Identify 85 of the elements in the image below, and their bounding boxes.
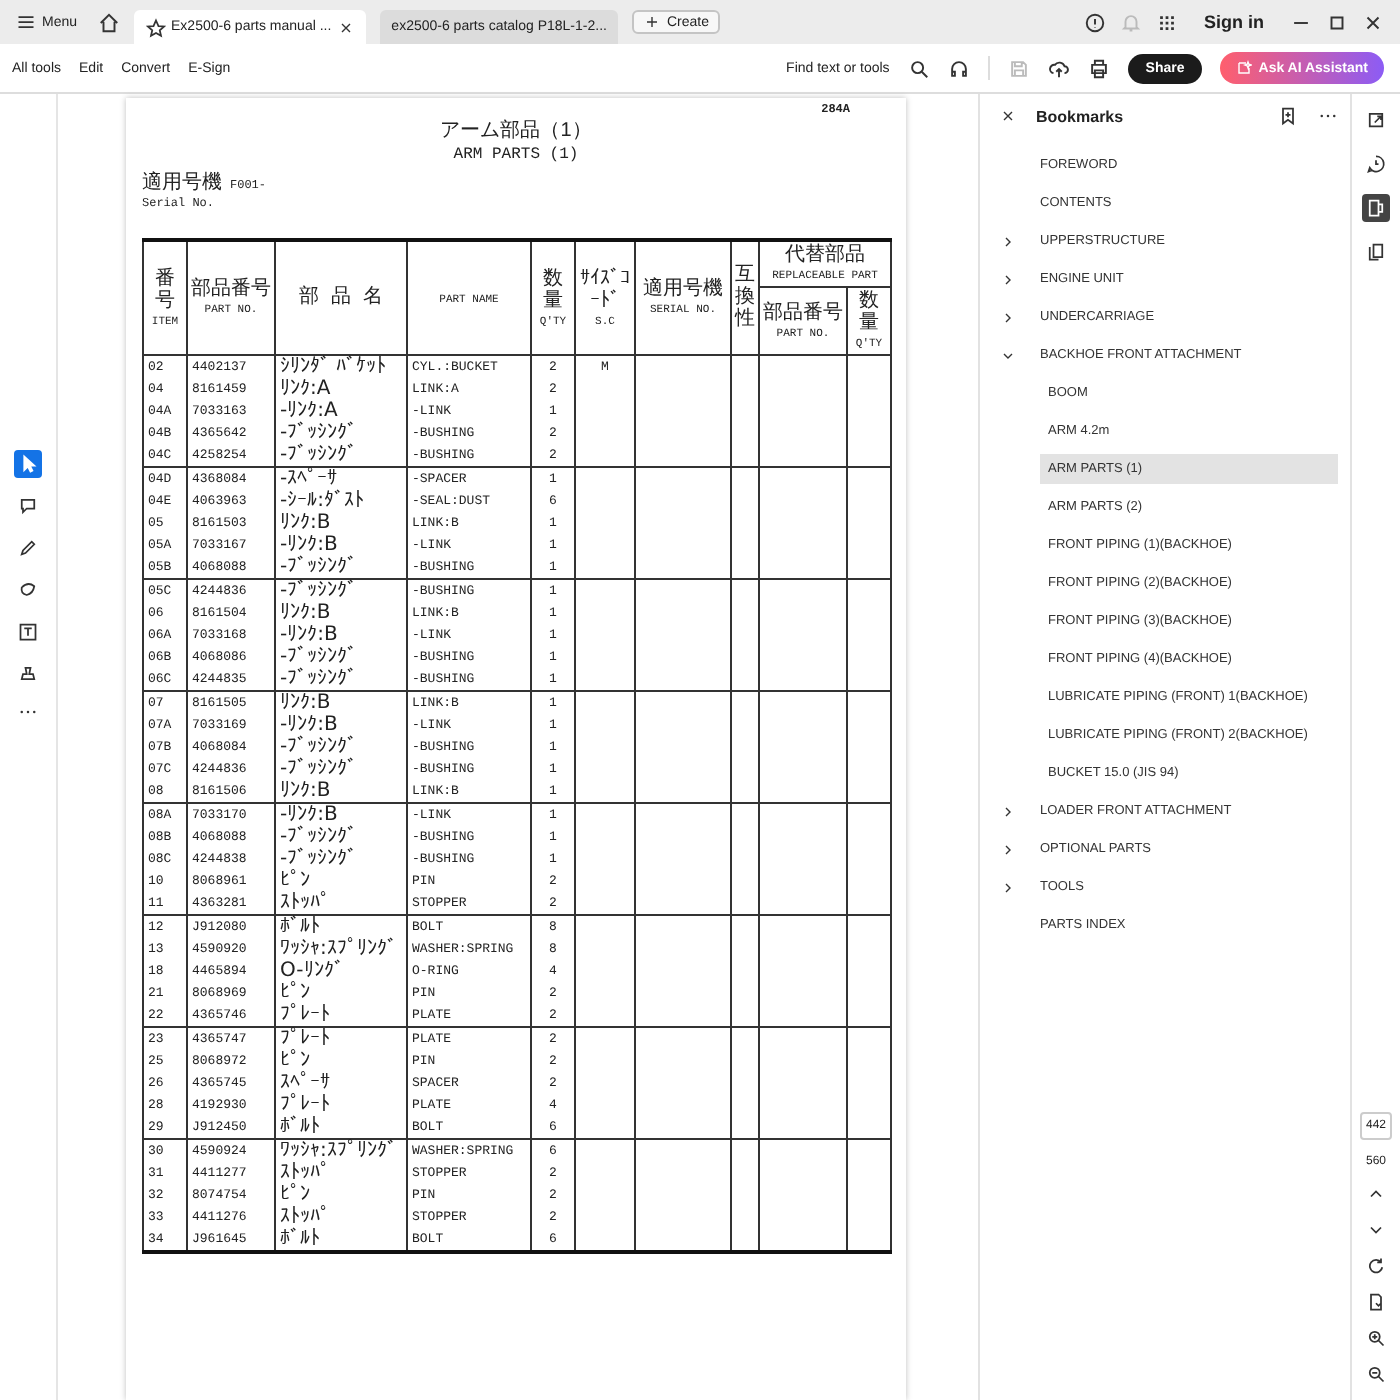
table-cell: ﾋﾟﾝ (280, 982, 310, 1004)
table-cell: ﾘﾝｸ:B (280, 780, 331, 802)
page-icon[interactable] (1366, 1292, 1386, 1312)
column-header: 番号 (153, 269, 177, 313)
table-cell: -ﾌﾞｯｼﾝｸﾞ (280, 422, 358, 444)
column-header: 部品番号 (190, 280, 272, 302)
column-header: 数量 (541, 269, 565, 313)
serial-label: 適用号機 (142, 169, 222, 196)
maximize-icon[interactable] (1326, 11, 1348, 33)
table-cell: ﾘﾝｸ:A (280, 378, 331, 400)
table-cell: ﾘﾝｸ:B (280, 692, 331, 714)
table-cell: ﾋﾟﾝ (280, 1184, 310, 1206)
add-bookmark-icon[interactable] (1278, 106, 1298, 126)
page-title: アーム部品（1） (440, 117, 592, 144)
chevron-right-icon[interactable] (1000, 879, 1016, 895)
table-cell: ﾋﾟﾝ (280, 870, 310, 892)
table-cell: O-ﾘﾝｸﾞ (280, 960, 344, 982)
print-icon[interactable] (1087, 57, 1110, 79)
close-icon[interactable] (337, 19, 354, 35)
table-cell: ﾋﾟﾝ (280, 1050, 310, 1072)
table-cell: -ﾌﾞｯｼﾝｸﾞ (280, 646, 358, 668)
text-box-icon[interactable] (14, 618, 42, 646)
column-header: ｻｲｽﾞｺｰﾄﾞ (578, 269, 632, 313)
upload-icon[interactable] (1047, 57, 1070, 79)
table-cell: ﾌﾟﾚｰﾄ (280, 1004, 330, 1026)
close-icon[interactable] (1000, 108, 1016, 124)
table-cell: -ﾘﾝｸ:B (280, 804, 338, 826)
table-cell: -ﾘﾝｸ:B (280, 534, 338, 556)
table-cell: ﾎﾞﾙﾄ (280, 1116, 320, 1138)
table-cell: -ﾌﾞｯｼﾝｸﾞ (280, 736, 358, 758)
table-cell: -ﾌﾞｯｼﾝｸﾞ (280, 444, 358, 466)
table-cell: ﾘﾝｸ:B (280, 512, 331, 534)
chevron-right-icon[interactable] (1000, 271, 1016, 287)
chevron-right-icon[interactable] (1000, 233, 1016, 249)
column-header: 適用号機 (641, 280, 725, 302)
table-cell: -ﾌﾞｯｼﾝｸﾞ (280, 668, 358, 690)
column-header: 代替部品 (783, 246, 867, 268)
table-cell: ﾜｯｼｬ:ｽﾌﾟﾘﾝｸﾞ (280, 938, 397, 960)
table-cell: ｽﾍﾟｰｻ (280, 1072, 330, 1094)
cursor-icon[interactable] (14, 450, 42, 478)
chevron-right-icon[interactable] (1000, 803, 1016, 819)
table-cell: -ﾘﾝｸ:B (280, 624, 338, 646)
chevron-right-icon[interactable] (1000, 841, 1016, 857)
star-icon (145, 17, 166, 37)
search-icon[interactable] (907, 57, 930, 79)
sign-in-button[interactable]: Sign in (1192, 12, 1276, 32)
table-cell: ﾜｯｼｬ:ｽﾌﾟﾘﾝｸﾞ (280, 1140, 397, 1162)
column-header: 部品番号 (762, 303, 844, 325)
home-icon[interactable] (97, 11, 120, 33)
apps-grid-icon[interactable] (1156, 11, 1178, 33)
table-cell: -ﾌﾞｯｼﾝｸﾞ (280, 758, 358, 780)
rotate-icon[interactable] (1366, 1256, 1386, 1276)
headphones-icon[interactable] (947, 57, 970, 79)
column-header: 互換性 (735, 265, 755, 331)
close-icon[interactable] (1362, 11, 1384, 33)
column-header: 部 品 名 (296, 287, 385, 309)
table-cell: -ﾌﾞｯｼﾝｸﾞ (280, 848, 358, 870)
panel-title: Bookmarks (1036, 107, 1124, 125)
column-header: 数量 (857, 292, 881, 336)
help-icon[interactable] (1084, 11, 1106, 33)
table-cell: -ｽﾍﾟｰｻ (280, 468, 338, 490)
table-cell: -ｼｰﾙ:ﾀﾞｽﾄ (280, 490, 364, 512)
menu-icon (16, 12, 36, 32)
table-cell: -ﾘﾝｸ:A (280, 400, 338, 422)
table-cell: -ﾘﾝｸ:B (280, 714, 338, 736)
page-title: ARM PARTS (1) (453, 146, 579, 164)
table-cell: ｽﾄｯﾊﾟ (280, 1162, 330, 1184)
table-cell: ｼﾘﾝﾀﾞ ﾊﾞｹｯﾄ (280, 356, 387, 378)
table-cell: ｽﾄｯﾊﾟ (280, 892, 330, 914)
sparkle-box-icon (1236, 60, 1253, 76)
panel-icon[interactable] (1362, 194, 1390, 222)
table-cell: ﾎﾞﾙﾄ (280, 916, 320, 938)
table-cell: ｽﾄｯﾊﾟ (280, 1206, 330, 1228)
table-cell: ﾘﾝｸ:B (280, 602, 331, 624)
table-cell: ﾌﾟﾚｰﾄ (280, 1094, 330, 1116)
table-cell: -ﾌﾞｯｼﾝｸﾞ (280, 826, 358, 848)
chat-icon[interactable] (1362, 150, 1390, 178)
table-cell: -ﾌﾞｯｼﾝｸﾞ (280, 556, 358, 578)
table-cell: -ﾌﾞｯｼﾝｸﾞ (280, 580, 358, 602)
plus-icon (644, 14, 661, 30)
chevron-right-icon[interactable] (1000, 309, 1016, 325)
table-cell: ﾌﾟﾚｰﾄ (280, 1028, 330, 1050)
zoom-out-icon[interactable] (1366, 1364, 1386, 1384)
zoom-in-icon[interactable] (1366, 1328, 1386, 1348)
table-cell: ﾎﾞﾙﾄ (280, 1228, 320, 1250)
